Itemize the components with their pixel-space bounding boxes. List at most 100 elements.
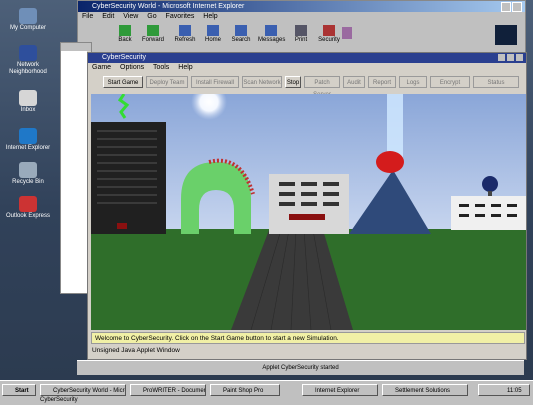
messages-icon [265, 25, 277, 36]
app-title-bar: CyberSecurity [88, 53, 526, 63]
inbox-icon [19, 90, 37, 106]
menu-options[interactable]: Options [120, 64, 144, 71]
back-arrow-icon [119, 25, 131, 36]
menu-app-help[interactable]: Help [178, 64, 192, 71]
search-icon [235, 25, 247, 36]
desktop-icon-inbox[interactable]: Inbox [4, 90, 52, 114]
browser-status-text: Applet CyberSecurity started [262, 365, 339, 371]
app-title: CyberSecurity [102, 54, 146, 61]
taskbar-item-settlement[interactable]: Settlement Solutions [382, 384, 468, 396]
menu-go[interactable]: Go [147, 13, 156, 20]
maximize-icon[interactable] [501, 2, 511, 12]
start-game-button[interactable]: Start Game [103, 76, 143, 88]
menu-help[interactable]: Help [203, 13, 217, 20]
outlook-icon [19, 196, 37, 212]
refresh-icon [179, 25, 191, 36]
menu-favorites[interactable]: Favorites [166, 13, 195, 20]
menu-view[interactable]: View [123, 13, 138, 20]
home-label: Home [204, 37, 221, 43]
desktop-icon-outlook[interactable]: Outlook Express [4, 196, 52, 220]
desktop-icon-label: Network Neighborhood [9, 62, 47, 75]
forward-arrow-icon [147, 25, 159, 36]
scan-network-button[interactable]: Scan Network [242, 76, 282, 88]
internet-explorer-icon [19, 128, 37, 144]
browser-menu-bar: File Edit View Go Favorites Help [82, 13, 225, 20]
deploy-team-button[interactable]: Deploy Team [146, 76, 188, 88]
print-button[interactable]: Print [288, 25, 314, 43]
app-minimize-icon[interactable] [498, 54, 505, 61]
back-label: Back [118, 37, 132, 43]
game-viewport[interactable] [91, 94, 526, 330]
office-entrance [289, 214, 325, 220]
back-button[interactable]: Back [112, 25, 138, 43]
security-icon [323, 25, 335, 36]
system-tray-clock: 11:05 [478, 384, 530, 396]
menu-game[interactable]: Game [92, 64, 111, 71]
light-beam [387, 94, 403, 158]
messages-label: Messages [258, 37, 286, 43]
app-menu-bar: Game Options Tools Help [92, 64, 200, 71]
menu-tools[interactable]: Tools [153, 64, 169, 71]
desktop-icon-my-computer[interactable]: My Computer [4, 8, 52, 32]
status-message-bar: Welcome to CyberSecurity. Click on the S… [91, 332, 525, 344]
desktop-icon-label: My Computer [9, 25, 46, 31]
refresh-label: Refresh [174, 37, 196, 43]
forward-button[interactable]: Forward [140, 25, 166, 43]
desktop-icon-recycle[interactable]: Recycle Bin [4, 162, 52, 186]
start-button[interactable]: Start [2, 384, 36, 396]
tower-door [117, 223, 127, 229]
desktop-icon-ie[interactable]: Internet Explorer [4, 128, 52, 152]
install-firewall-button[interactable]: Install Firewall [191, 76, 239, 88]
home-button[interactable]: Home [200, 25, 226, 43]
browser-status-bar: Applet CyberSecurity started [77, 360, 524, 375]
security-label: Security [318, 37, 340, 43]
messages-button[interactable]: Messages [258, 25, 286, 43]
side-panel-header [61, 43, 91, 51]
menu-file[interactable]: File [82, 13, 93, 20]
taskbar: Start CyberSecurity World - Microsoft In… [0, 380, 533, 405]
audit-button[interactable]: Audit [343, 76, 365, 88]
patch-server-button[interactable]: Patch Server [304, 76, 340, 98]
app-close-icon[interactable] [516, 54, 523, 61]
java-applet-warning: Unsigned Java Applet Window [88, 346, 525, 356]
refresh-button[interactable]: Refresh [172, 25, 198, 43]
taskbar-item-paintshop[interactable]: Paint Shop Pro [210, 384, 280, 396]
desktop-icon-label: Outlook Express [5, 213, 51, 219]
red-sphere-icon [376, 151, 404, 173]
security-button[interactable]: Security [316, 25, 342, 43]
logs-button[interactable]: Logs [399, 76, 427, 88]
browser-title: CyberSecurity World - Microsoft Internet… [92, 3, 245, 10]
menu-edit[interactable]: Edit [102, 13, 114, 20]
search-button[interactable]: Search [228, 25, 254, 43]
taskbar-item-ie[interactable]: Internet Explorer [302, 384, 378, 396]
globe-stand [488, 191, 492, 196]
edit-icon[interactable] [342, 27, 352, 39]
encrypt-button[interactable]: Encrypt [430, 76, 470, 88]
desktop-icon-label: Inbox [20, 107, 36, 113]
forward-label: Forward [141, 37, 164, 43]
taskbar-caption: CyberSecurity [40, 397, 78, 403]
stop-button[interactable]: Stop [285, 76, 301, 88]
throbber-logo-icon [495, 25, 517, 45]
search-label: Search [231, 37, 251, 43]
status-button[interactable]: Status [473, 76, 519, 88]
print-icon [295, 25, 307, 36]
network-icon [19, 45, 37, 61]
recycle-bin-icon [19, 162, 37, 178]
desktop-icon-label: Internet Explorer [5, 145, 51, 151]
taskbar-item-browser[interactable]: CyberSecurity World - Microsoft Inter... [40, 384, 126, 396]
taskbar-item-prowriter[interactable]: ProWRITER - Document1 [130, 384, 206, 396]
report-button[interactable]: Report [368, 76, 396, 88]
close-icon[interactable] [512, 2, 522, 12]
desktop-icon-label: Recycle Bin [12, 179, 44, 185]
city-scene-svg [91, 94, 526, 330]
small-white-building[interactable] [451, 196, 526, 230]
globe-icon [482, 176, 498, 192]
desktop-icon-network[interactable]: Network Neighborhood [4, 45, 52, 76]
browser-window: CyberSecurity World - Microsoft Internet… [77, 0, 526, 58]
computer-icon [19, 8, 37, 24]
browser-title-bar: CyberSecurity World - Microsoft Internet… [78, 1, 525, 12]
app-maximize-icon[interactable] [507, 54, 514, 61]
print-label: Print [294, 37, 308, 43]
home-icon [207, 25, 219, 36]
